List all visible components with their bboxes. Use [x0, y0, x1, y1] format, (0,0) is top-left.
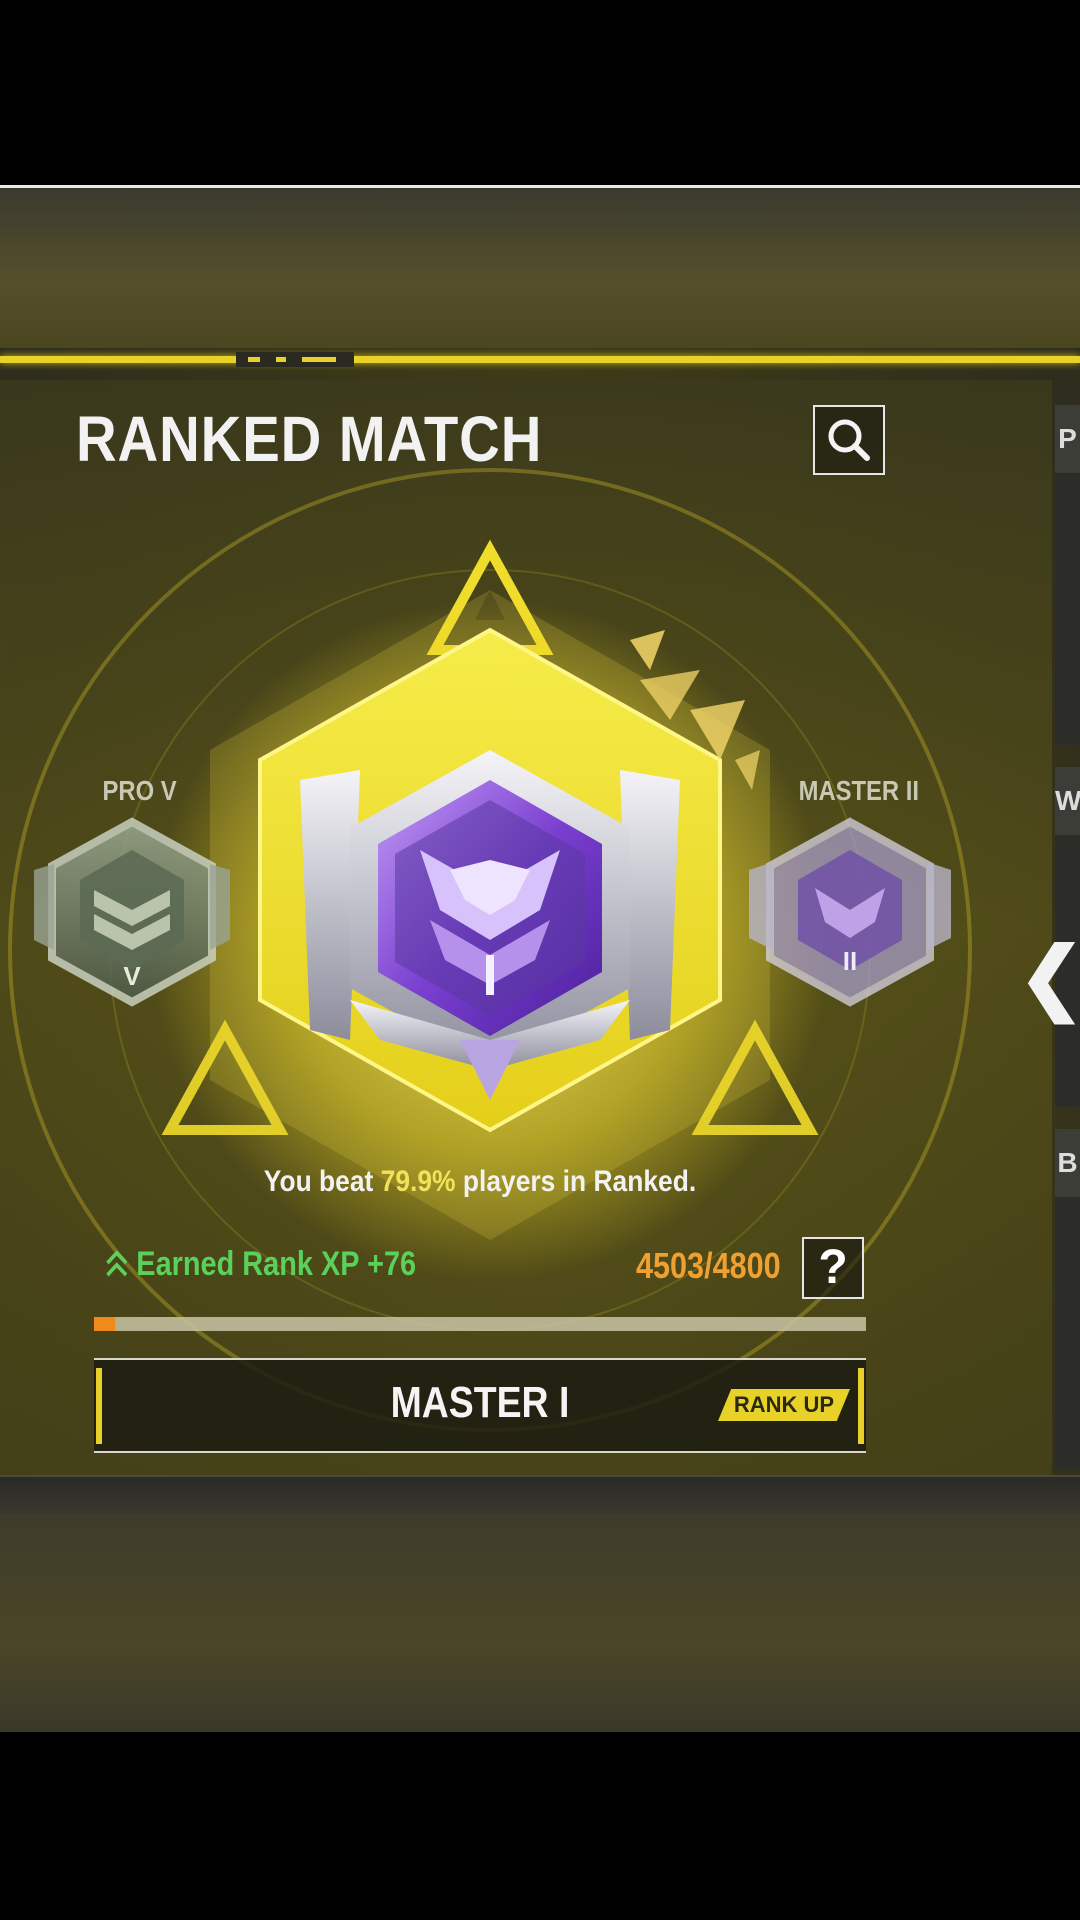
master-i-badge-icon[interactable]	[290, 740, 690, 1110]
letterbox-top	[0, 0, 1080, 186]
previous-rank-label: PRO V	[102, 775, 177, 806]
scene-lower-area	[0, 1515, 1080, 1732]
rank-xp-progress-text: 4503/4800	[636, 1245, 781, 1286]
percentile-prefix: You beat	[263, 1165, 381, 1198]
earned-xp: Earned Rank XP +76	[104, 1245, 416, 1284]
percentile-text: You beat 79.9% players in Ranked.	[58, 1165, 903, 1199]
percentile-suffix: players in Ranked.	[455, 1165, 697, 1198]
screen-edge-line	[0, 185, 1080, 188]
svg-text:II: II	[843, 946, 857, 976]
xp-progress-fill	[94, 1317, 115, 1331]
scene-header-strip	[0, 188, 1080, 348]
rank-up-badge: RANK UP	[718, 1389, 850, 1421]
pro-v-badge-icon[interactable]: V	[24, 810, 240, 1020]
earned-xp-label: Earned Rank XP +76	[136, 1245, 417, 1283]
svg-text:V: V	[123, 961, 141, 991]
panel-top-accent	[0, 356, 1080, 363]
help-button[interactable]: ?	[802, 1237, 864, 1299]
page-title: RANKED MATCH	[76, 403, 543, 475]
side-tab-2: W	[1055, 767, 1080, 835]
side-card-1[interactable]: P	[1055, 405, 1080, 745]
current-rank-name: MASTER I	[390, 1378, 570, 1427]
percentile-value: 79.9%	[380, 1165, 456, 1198]
search-icon	[828, 419, 870, 461]
letterbox-bottom	[0, 1732, 1080, 1920]
search-button[interactable]	[813, 405, 885, 475]
side-tab-1: P	[1055, 405, 1080, 473]
panel-top-notch	[236, 352, 354, 367]
side-card-3[interactable]: B	[1055, 1129, 1080, 1469]
next-rank-label: MASTER II	[798, 775, 919, 806]
previous-arrow-button[interactable]: ❮	[1018, 930, 1080, 1023]
double-chevron-up-icon	[106, 1250, 128, 1277]
side-tab-3: B	[1055, 1129, 1080, 1197]
master-ii-badge-icon[interactable]: II	[735, 810, 965, 1020]
xp-progress-track	[94, 1317, 866, 1331]
panel-bottom-edge	[0, 1475, 1080, 1517]
